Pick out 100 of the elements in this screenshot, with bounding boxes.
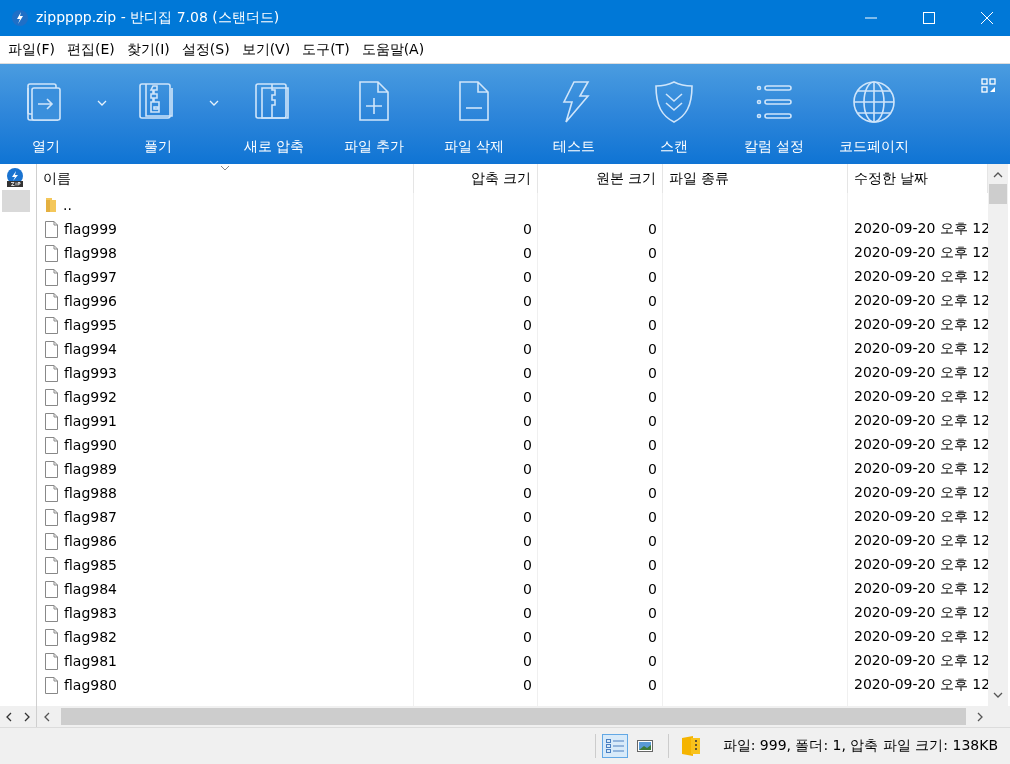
- file-icon: [45, 604, 58, 622]
- zip-folder-icon[interactable]: [680, 735, 701, 757]
- toolbar-button[interactable]: 스캔: [624, 64, 724, 164]
- table-cell: 0: [523, 293, 532, 309]
- toolbar-button[interactable]: 파일 삭제: [424, 64, 524, 164]
- file-name[interactable]: flag990: [64, 437, 117, 453]
- file-name[interactable]: flag995: [64, 317, 117, 333]
- toolbar-button[interactable]: 테스트: [524, 64, 624, 164]
- table-cell: 0: [523, 317, 532, 333]
- scrollbar-thumb[interactable]: [61, 708, 966, 725]
- file-icon: [45, 316, 58, 334]
- scrollbar-thumb[interactable]: [989, 184, 1007, 204]
- file-name[interactable]: flag996: [64, 293, 117, 309]
- menu-item[interactable]: 편집(E): [61, 38, 121, 61]
- file-icon: [45, 268, 58, 286]
- vertical-scrollbar[interactable]: [988, 164, 1008, 706]
- file-name[interactable]: flag999: [64, 221, 117, 237]
- file-icon: [45, 292, 58, 310]
- file-name[interactable]: flag992: [64, 389, 117, 405]
- table-cell: 0: [648, 629, 657, 645]
- window-title: zippppp.zip - 반디집 7.08 (스탠더드): [36, 9, 280, 27]
- table-cell: 0: [523, 677, 532, 693]
- menu-item[interactable]: 찾기(I): [120, 38, 176, 61]
- file-name[interactable]: flag983: [64, 605, 117, 621]
- table-cell: 0: [648, 437, 657, 453]
- archive-icon[interactable]: [5, 168, 25, 188]
- table-cell: 0: [648, 413, 657, 429]
- table-cell: 0: [648, 269, 657, 285]
- table-cell: 0: [523, 365, 532, 381]
- status-text: 파일: 999, 폴더: 1, 압축 파일 크기: 138KB: [722, 737, 998, 755]
- thumbnail-view-icon: [636, 740, 653, 752]
- file-name[interactable]: flag998: [64, 245, 117, 261]
- dropdown-caret-icon[interactable]: [97, 100, 107, 106]
- file-icon: [45, 436, 58, 454]
- table-cell: 0: [648, 293, 657, 309]
- table-cell: 0: [523, 605, 532, 621]
- globe-icon: [852, 80, 896, 124]
- file-name[interactable]: flag988: [64, 485, 117, 501]
- toolbar-button[interactable]: 새로 압축: [224, 64, 324, 164]
- file-name[interactable]: flag982: [64, 629, 117, 645]
- dropdown-caret-icon[interactable]: [209, 100, 219, 106]
- file-name[interactable]: flag986: [64, 533, 117, 549]
- file-icon: [45, 628, 58, 646]
- file-name[interactable]: ..: [63, 197, 72, 213]
- shield-icon: [652, 80, 696, 124]
- table-cell: 0: [648, 221, 657, 237]
- table-cell: 0: [523, 341, 532, 357]
- table-cell: 0: [523, 269, 532, 285]
- table-cell: 2020-09-20 오후 12: [854, 220, 988, 238]
- file-name[interactable]: flag981: [64, 653, 117, 669]
- table-cell: 2020-09-20 오후 12: [854, 580, 988, 598]
- table-cell: 2020-09-20 오후 12: [854, 436, 988, 454]
- table-cell: 0: [648, 365, 657, 381]
- file-icon: [45, 484, 58, 502]
- view-toggle[interactable]: [601, 734, 628, 758]
- table-cell: 0: [648, 533, 657, 549]
- file-name[interactable]: flag997: [64, 269, 117, 285]
- column-header[interactable]: 압축 크기: [414, 164, 538, 193]
- minimize-icon: [865, 17, 877, 19]
- table-cell: 0: [648, 677, 657, 693]
- horizontal-scrollbar[interactable]: [37, 706, 1010, 727]
- layout-grid-icon[interactable]: [981, 78, 996, 93]
- toolbar-button[interactable]: 풀기: [112, 64, 204, 164]
- close-icon: [981, 12, 993, 24]
- file-icon: [45, 220, 58, 238]
- menu-item[interactable]: 설정(S): [175, 38, 236, 61]
- table-cell: 2020-09-20 오후 12: [854, 316, 988, 334]
- file-icon: [45, 508, 58, 526]
- file-name[interactable]: flag985: [64, 557, 117, 573]
- table-cell: 0: [648, 245, 657, 261]
- toolbar-button[interactable]: 파일 추가: [324, 64, 424, 164]
- table-cell: 2020-09-20 오후 12: [854, 484, 988, 502]
- table-cell: 0: [648, 485, 657, 501]
- column-header[interactable]: 파일 종류: [663, 164, 848, 193]
- toolbar-button[interactable]: 칼럼 설정: [724, 64, 824, 164]
- column-header[interactable]: 이름: [37, 164, 414, 193]
- file-name[interactable]: flag993: [64, 365, 117, 381]
- file-name[interactable]: flag980: [64, 677, 117, 693]
- file-name[interactable]: flag991: [64, 413, 117, 429]
- file-icon: [45, 412, 58, 430]
- file-name[interactable]: flag984: [64, 581, 117, 597]
- file-name[interactable]: flag987: [64, 509, 117, 525]
- file-name[interactable]: flag989: [64, 461, 117, 477]
- table-cell: 0: [523, 245, 532, 261]
- table-cell: 0: [648, 509, 657, 525]
- toolbar-button[interactable]: 열기: [0, 64, 92, 164]
- menu-item[interactable]: 보기(V): [235, 38, 297, 61]
- file-icon: [45, 556, 58, 574]
- table-cell: 0: [648, 461, 657, 477]
- table-cell: 2020-09-20 오후 12: [854, 604, 988, 622]
- column-header[interactable]: 원본 크기: [538, 164, 663, 193]
- toolbar-button[interactable]: 코드페이지: [824, 64, 924, 164]
- table-cell: 0: [648, 605, 657, 621]
- table-cell: 2020-09-20 오후 12: [854, 508, 988, 526]
- file-name[interactable]: flag994: [64, 341, 117, 357]
- menu-item[interactable]: 도구(T): [296, 38, 356, 61]
- table-cell: 2020-09-20 오후 12: [854, 676, 988, 694]
- table-cell: 0: [648, 653, 657, 669]
- menu-item[interactable]: 도움말(A): [355, 38, 431, 61]
- menu-item[interactable]: 파일(F): [2, 38, 61, 61]
